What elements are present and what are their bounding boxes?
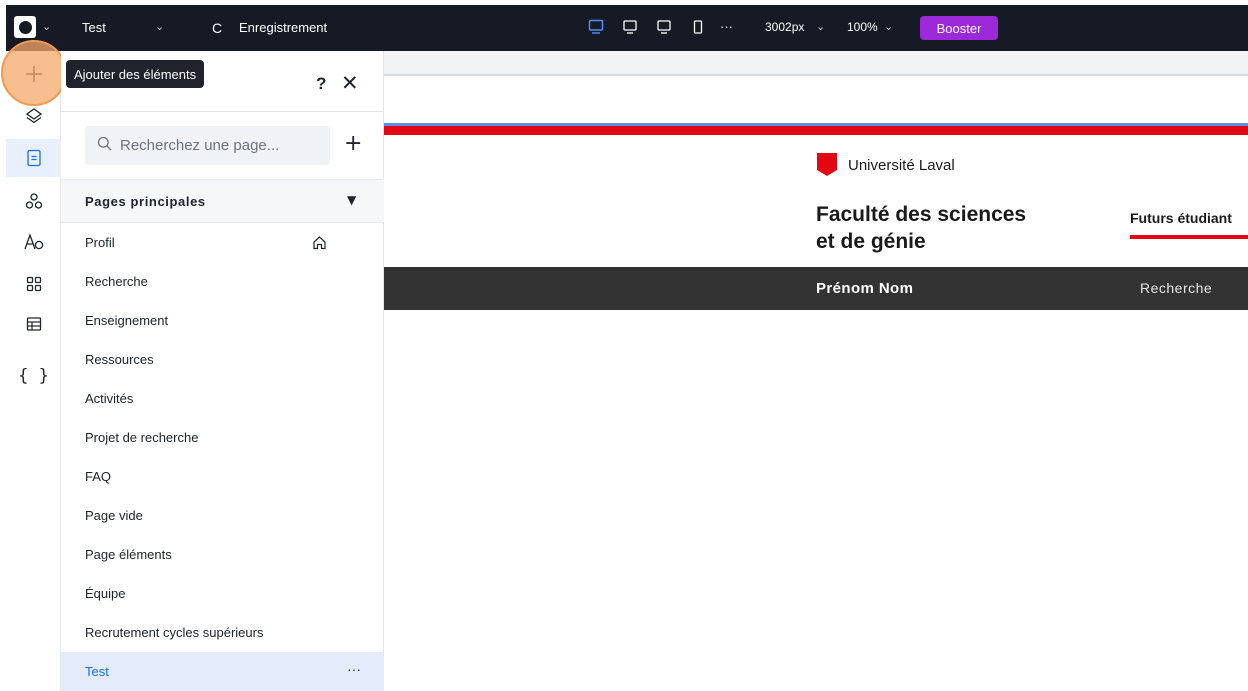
save-status[interactable]: Enregistrement xyxy=(239,20,327,35)
faculty-title-line1: Faculté des sciences xyxy=(816,203,1027,226)
page-item-recherche[interactable]: Recherche xyxy=(61,262,384,301)
canvas-width[interactable]: 3002px xyxy=(765,20,804,34)
page-item-page-elements[interactable]: Page éléments xyxy=(61,535,384,574)
page-item-label: Activités xyxy=(85,391,134,406)
undo-icon[interactable]: C xyxy=(212,20,222,36)
more-options-icon[interactable]: ··· xyxy=(347,661,361,677)
code-icon: { } xyxy=(18,366,49,386)
logo-icon[interactable] xyxy=(14,16,36,38)
page-item-label: Profil xyxy=(85,235,115,250)
pages-button[interactable] xyxy=(6,139,61,177)
page-item-profil[interactable]: Profil xyxy=(61,223,384,262)
click-highlight xyxy=(1,40,67,106)
layers-icon xyxy=(25,107,43,125)
header-red-band xyxy=(384,126,1248,135)
faculty-title[interactable]: Faculté des sciences et de génie xyxy=(816,201,1076,255)
page-item-faq[interactable]: FAQ xyxy=(61,457,384,496)
close-icon[interactable]: ✕ xyxy=(341,71,359,95)
tablet-icon[interactable] xyxy=(656,19,672,40)
page-item-ressources[interactable]: Ressources xyxy=(61,340,384,379)
nav-futurs-etudiants[interactable]: Futurs étudiant xyxy=(1130,210,1232,226)
typography-button[interactable] xyxy=(6,223,61,261)
university-name[interactable]: Université Laval xyxy=(848,157,955,174)
apps-button[interactable] xyxy=(6,265,61,303)
tool-rail: { } xyxy=(6,51,61,691)
code-button[interactable]: { } xyxy=(6,357,61,395)
mobile-icon[interactable] xyxy=(690,19,706,40)
page-item-recrutement[interactable]: Recrutement cycles supérieurs xyxy=(61,613,384,652)
zoom-level[interactable]: 100% xyxy=(847,20,878,34)
search-input[interactable] xyxy=(120,137,320,154)
nav-active-underline xyxy=(1130,235,1248,239)
cms-button[interactable] xyxy=(6,305,61,343)
more-devices-icon[interactable]: ··· xyxy=(720,19,733,34)
faculty-title-line2: et de génie xyxy=(816,230,926,253)
page-item-enseignement[interactable]: Enseignement xyxy=(61,301,384,340)
typography-icon xyxy=(23,233,44,251)
page-search[interactable] xyxy=(85,126,330,165)
logo-chevron-down-icon[interactable]: ⌄ xyxy=(42,20,51,33)
person-name[interactable]: Prénom Nom xyxy=(816,280,913,297)
page-item-label: Équipe xyxy=(85,586,126,601)
main-pages-section[interactable]: Pages principales ▼ xyxy=(61,179,384,223)
canvas-ruler xyxy=(384,51,1248,76)
page-item-label: Ressources xyxy=(85,352,154,367)
home-icon xyxy=(312,235,327,253)
help-icon[interactable]: ? xyxy=(316,74,326,94)
design-button[interactable] xyxy=(6,182,61,220)
zoom-chevron-down-icon[interactable]: ⌄ xyxy=(884,20,893,33)
search-icon xyxy=(97,136,112,156)
nav-recherche-link[interactable]: Recherche xyxy=(1140,280,1212,296)
page-item-label: Page vide xyxy=(85,508,143,523)
top-toolbar: ⌄ Test ⌄ C Enregistrement ··· 3002px ⌄ 1… xyxy=(6,5,1248,51)
add-elements-tooltip: Ajouter des éléments xyxy=(66,60,205,88)
laptop-icon[interactable] xyxy=(622,19,638,40)
page-item-page-vide[interactable]: Page vide xyxy=(61,496,384,535)
site-chevron-down-icon[interactable]: ⌄ xyxy=(155,20,164,33)
page-item-label: Page éléments xyxy=(85,547,172,562)
page-item-label: Projet de recherche xyxy=(85,430,199,445)
page-item-equipe[interactable]: Équipe xyxy=(61,574,384,613)
page-item-activites[interactable]: Activités xyxy=(61,379,384,418)
page-item-projet-de-recherche[interactable]: Projet de recherche xyxy=(61,418,384,457)
pages-icon xyxy=(26,149,42,167)
site-name[interactable]: Test xyxy=(82,20,106,35)
editor-window: ⌄ Test ⌄ C Enregistrement ··· 3002px ⌄ 1… xyxy=(0,0,1248,691)
section-title: Pages principales xyxy=(85,194,206,209)
booster-button[interactable]: Booster xyxy=(920,16,998,40)
table-icon xyxy=(26,316,42,332)
ulaval-logo-icon[interactable] xyxy=(817,153,837,176)
width-chevron-down-icon[interactable]: ⌄ xyxy=(816,20,825,33)
add-page-button[interactable]: + xyxy=(344,131,362,156)
editor-canvas[interactable]: Université Laval Faculté des sciences et… xyxy=(384,51,1248,691)
page-item-label: FAQ xyxy=(85,469,112,484)
pages-panel: ? ✕ + Pages principales ▼ Profil Recherc… xyxy=(61,51,384,691)
design-icon xyxy=(25,192,43,210)
page-item-test[interactable]: Test ··· xyxy=(61,652,384,691)
apps-icon xyxy=(26,276,42,292)
caret-down-icon[interactable]: ▼ xyxy=(347,193,356,207)
page-item-label: Recherche xyxy=(85,274,148,289)
logo-dot xyxy=(18,20,32,34)
desktop-icon[interactable] xyxy=(588,19,604,40)
page-item-label: Recrutement cycles supérieurs xyxy=(85,625,264,640)
page-item-label: Enseignement xyxy=(85,313,169,328)
page-item-label: Test xyxy=(85,664,109,679)
